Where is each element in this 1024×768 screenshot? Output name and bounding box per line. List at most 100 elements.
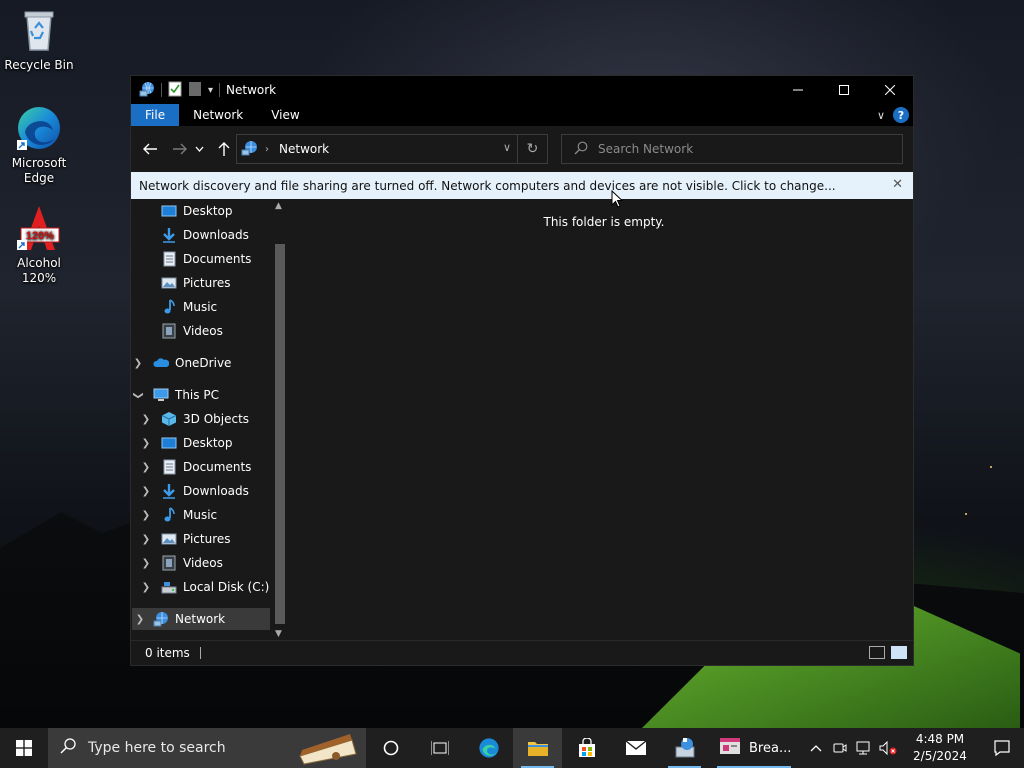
nav-item-desktop-pinned[interactable]: Desktop 📌 [161, 200, 288, 222]
breadcrumb[interactable]: Network [279, 142, 329, 156]
volume-muted-icon[interactable] [876, 728, 900, 768]
customize-toolbar-chevron-icon[interactable]: ▾ [208, 85, 213, 96]
infobar-message: Network discovery and file sharing are t… [139, 178, 836, 193]
documents-folder-icon [161, 459, 177, 475]
recycle-bin-icon [15, 6, 63, 54]
nav-item-pc-desktop[interactable]: ❯ Desktop [142, 432, 233, 454]
expand-chevron-icon[interactable]: ❯ [139, 558, 153, 569]
nav-item-downloads-pinned[interactable]: Downloads 📌 [161, 224, 288, 246]
nav-item-pc-pictures[interactable]: ❯ Pictures [142, 528, 231, 550]
explorer-content: Desktop 📌 Downloads 📌 Documents 📌 Pictur… [131, 199, 913, 642]
large-icons-view-button[interactable] [891, 646, 907, 659]
nav-item-music[interactable]: Music [161, 296, 217, 318]
expand-chevron-icon[interactable]: ❯ [139, 486, 153, 497]
collapse-chevron-icon[interactable]: ❯ [133, 388, 144, 402]
meet-now-icon[interactable] [828, 728, 852, 768]
minimize-button[interactable] [775, 76, 821, 104]
nav-item-3d-objects[interactable]: ❯ 3D Objects [142, 408, 250, 430]
title-bar[interactable]: ▾ Network [131, 76, 913, 104]
nav-item-pictures-pinned[interactable]: Pictures 📌 [161, 272, 288, 294]
network-discovery-infobar[interactable]: Network discovery and file sharing are t… [131, 172, 913, 199]
desktop-icon-alcohol[interactable]: 120% Alcohol 120% [1, 204, 77, 286]
nav-item-network[interactable]: ❯ Network [132, 608, 270, 630]
quick-access-toolbar: ▾ [131, 76, 221, 104]
item-count: 0 items [145, 646, 190, 660]
show-hidden-icons-chevron-icon[interactable] [804, 728, 828, 768]
nav-item-videos[interactable]: Videos [161, 320, 223, 342]
nav-item-pc-documents[interactable]: ❯ Documents [142, 456, 251, 478]
nav-item-this-pc[interactable]: ❯ This PC [133, 384, 219, 406]
taskbar-search-box[interactable]: Type here to search [48, 728, 366, 768]
expand-chevron-icon[interactable]: ❯ [139, 582, 153, 593]
nav-item-local-disk[interactable]: ❯ Local Disk (C:) [142, 576, 270, 598]
scroll-down-icon[interactable]: ▼ [275, 629, 282, 639]
this-pc-icon [153, 387, 169, 403]
expand-chevron-icon[interactable]: ❯ [139, 414, 153, 425]
file-list-area[interactable]: This folder is empty. [289, 199, 913, 642]
desktop-icon-recycle-bin[interactable]: Recycle Bin [1, 6, 77, 73]
details-view-button[interactable] [869, 646, 885, 659]
system-clock[interactable]: 4:48 PM 2/5/2024 [900, 731, 980, 765]
address-dropdown-chevron-icon[interactable]: ∨ [503, 141, 511, 154]
start-button[interactable] [0, 728, 48, 768]
nav-item-pc-downloads[interactable]: ❯ Downloads [142, 480, 249, 502]
expand-chevron-icon[interactable]: ❯ [133, 614, 147, 625]
navigation-pane: Desktop 📌 Downloads 📌 Documents 📌 Pictur… [131, 199, 288, 642]
downloads-folder-icon [161, 227, 177, 243]
search-box[interactable] [561, 134, 903, 164]
properties-icon[interactable] [168, 81, 182, 100]
tab-view[interactable]: View [257, 104, 313, 126]
recent-locations-chevron-icon[interactable] [193, 138, 205, 160]
taskbar-search-placeholder: Type here to search [88, 740, 226, 756]
nav-item-label: Desktop [183, 436, 233, 450]
new-folder-icon[interactable] [188, 81, 202, 100]
expand-chevron-icon[interactable]: ❯ [139, 510, 153, 521]
expand-chevron-icon[interactable]: ❯ [139, 534, 153, 545]
taskbar-store-button[interactable] [562, 728, 611, 768]
system-tray: 4:48 PM 2/5/2024 [804, 728, 1024, 768]
downloads-folder-icon [161, 483, 177, 499]
scrollbar-thumb[interactable] [275, 244, 285, 624]
expand-chevron-icon[interactable]: ❯ [139, 462, 153, 473]
tab-file[interactable]: File [131, 104, 180, 126]
taskbar-mail-button[interactable] [611, 728, 660, 768]
nav-item-label: Local Disk (C:) [183, 580, 270, 594]
tab-network[interactable]: Network [179, 104, 257, 126]
expand-ribbon-chevron-icon[interactable]: ∨ [877, 109, 885, 122]
help-button[interactable]: ? [893, 107, 909, 123]
window-controls [775, 76, 913, 104]
action-center-button[interactable] [980, 728, 1024, 768]
close-button[interactable] [867, 76, 913, 104]
network-icon [241, 140, 259, 159]
cortana-button[interactable] [366, 728, 415, 768]
address-bar[interactable]: › Network ∨ ↻ [236, 134, 548, 164]
refresh-button[interactable]: ↻ [517, 135, 547, 163]
nav-item-label: 3D Objects [183, 412, 250, 426]
back-button[interactable] [139, 138, 161, 160]
maximize-button[interactable] [821, 76, 867, 104]
navpane-scrollbar[interactable]: ▲ ▼ [272, 199, 288, 642]
infobar-close-icon[interactable]: ✕ [892, 177, 903, 192]
network-icon [153, 611, 169, 627]
taskbar-edge-button[interactable] [464, 728, 513, 768]
network-status-icon[interactable] [852, 728, 876, 768]
task-view-button[interactable] [415, 728, 464, 768]
search-input[interactable] [598, 142, 878, 156]
breadcrumb-separator-icon: › [265, 143, 269, 155]
nav-item-documents-pinned[interactable]: Documents 📌 [161, 248, 288, 270]
desktop-icon-edge[interactable]: Microsoft Edge [1, 104, 77, 186]
scroll-up-icon[interactable]: ▲ [275, 201, 282, 211]
taskbar-network-app-button[interactable] [660, 728, 709, 768]
nav-item-pc-videos[interactable]: ❯ Videos [142, 552, 223, 574]
taskbar-file-explorer-button[interactable] [513, 728, 562, 768]
forward-button[interactable] [169, 138, 191, 160]
taskbar-app-window-button[interactable]: Brea... [709, 728, 799, 768]
nav-item-onedrive[interactable]: ❯ OneDrive [134, 352, 232, 374]
nav-item-pc-music[interactable]: ❯ Music [142, 504, 217, 526]
expand-chevron-icon[interactable]: ❯ [139, 438, 153, 449]
alcohol-120-icon: 120% [15, 204, 63, 252]
music-folder-icon [161, 507, 177, 523]
expand-chevron-icon[interactable]: ❯ [131, 358, 145, 369]
ribbon-tabs: File Network View ∨ ? [131, 104, 913, 126]
up-button[interactable] [213, 138, 235, 160]
